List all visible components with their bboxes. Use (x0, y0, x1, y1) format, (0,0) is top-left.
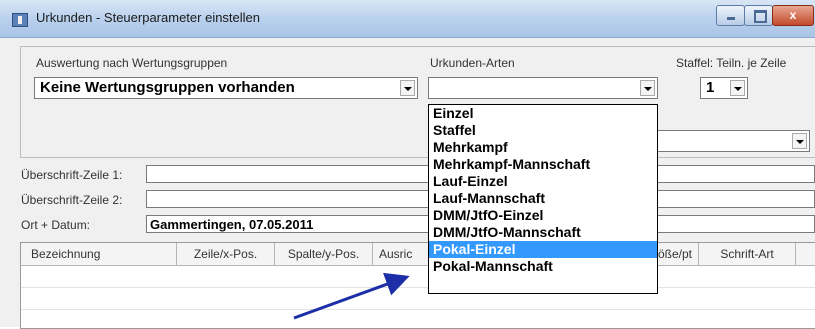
annotation-arrow (293, 272, 410, 320)
app-window: Urkunden - Steuerparameter einstellen x … (0, 0, 815, 329)
